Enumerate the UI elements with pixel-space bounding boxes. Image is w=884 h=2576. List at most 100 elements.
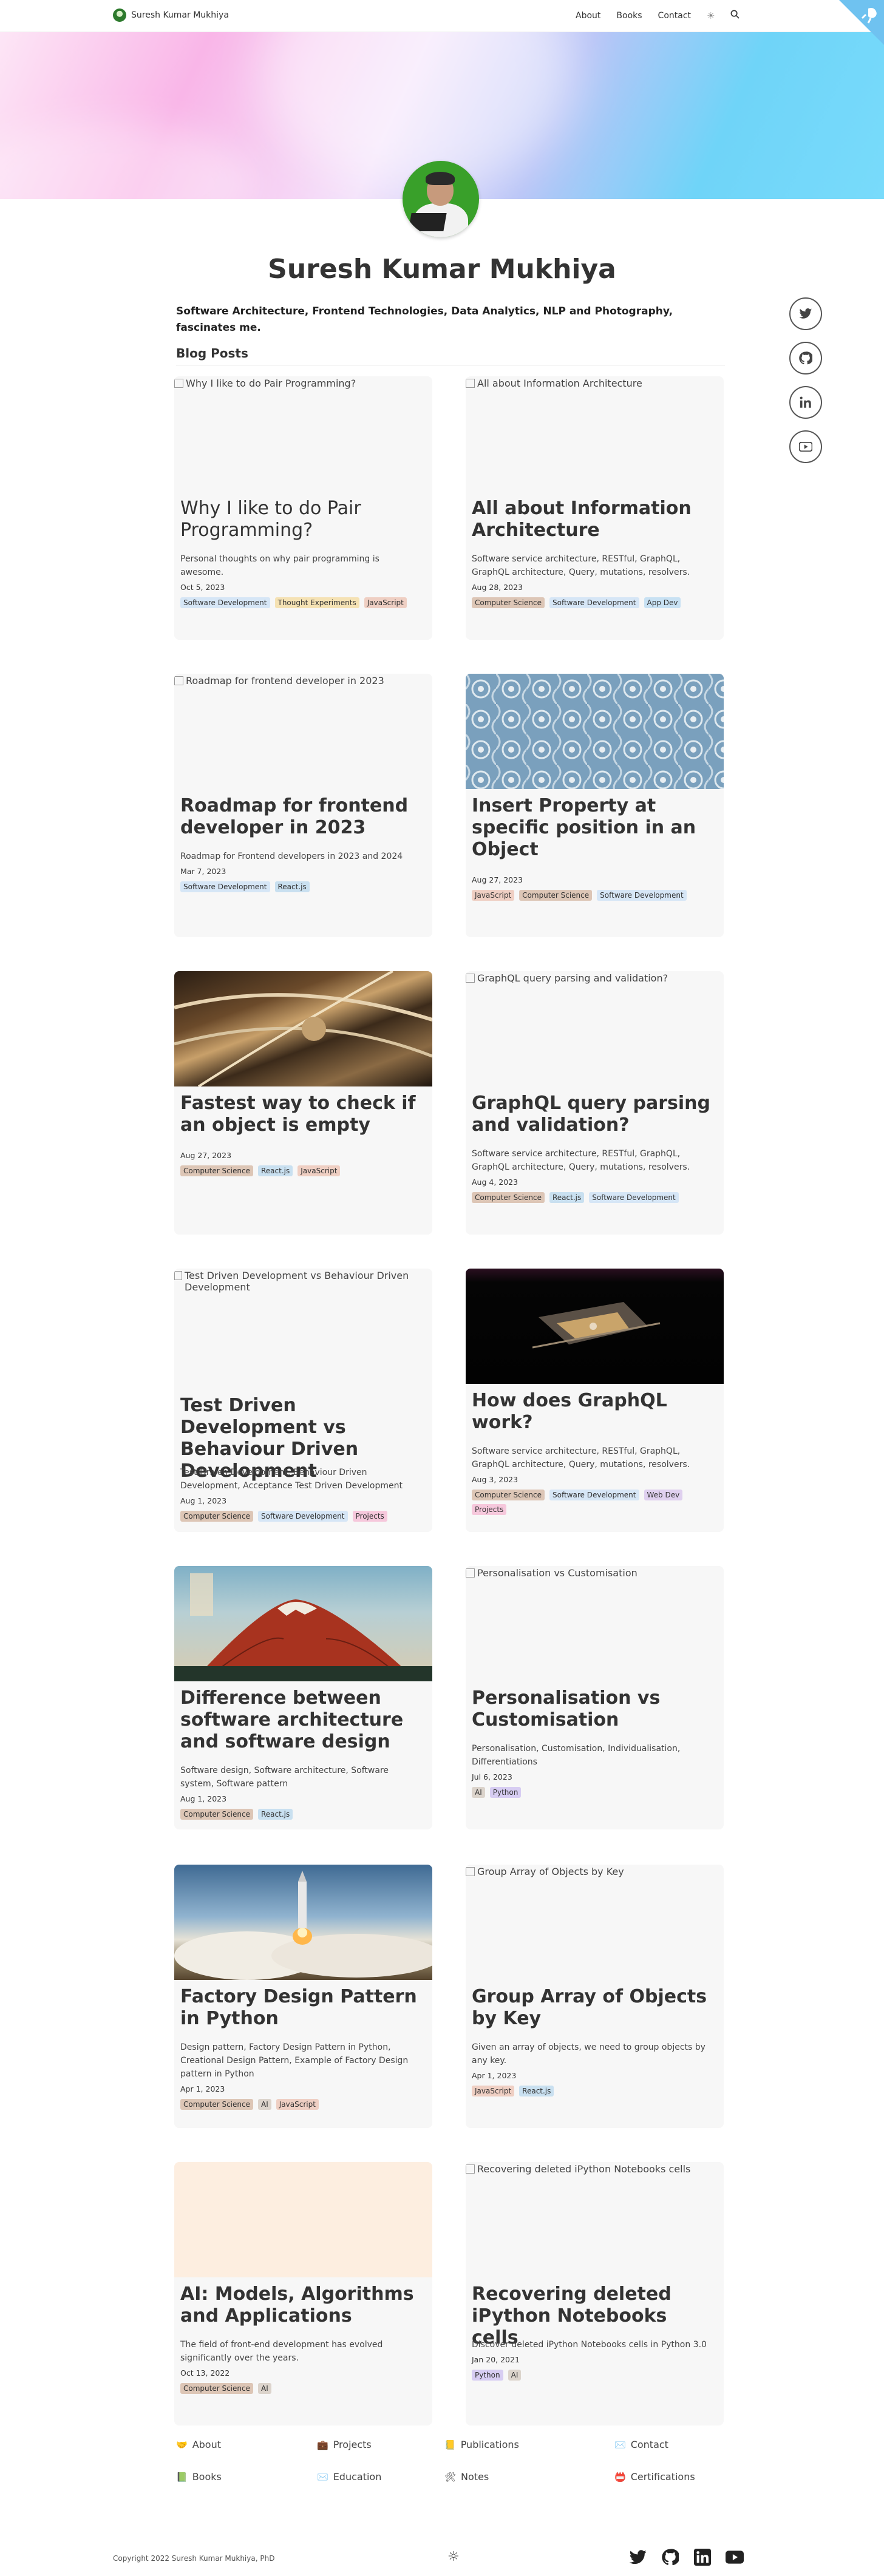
post-tags: Computer Science React.js JavaScript [180, 1165, 426, 1176]
post-tags: Computer Science Software Development Pr… [180, 1511, 426, 1522]
footer-link-books[interactable]: 📗 Books [176, 2471, 222, 2483]
footer-link-notes[interactable]: 🛠 Notes [444, 2471, 489, 2483]
tag[interactable]: Computer Science [472, 1192, 545, 1203]
tag[interactable]: Software Development [597, 890, 687, 901]
post-card[interactable]: Roadmap for frontend developer in 2023 R… [174, 674, 432, 937]
tag[interactable]: Software Development [180, 597, 270, 608]
tag[interactable]: AI [508, 2370, 522, 2381]
tag[interactable]: JavaScript [472, 890, 515, 901]
post-title[interactable]: Why I like to do Pair Programming? [180, 498, 423, 541]
tag[interactable]: App Dev [644, 597, 681, 608]
post-title[interactable]: How does GraphQL work? [472, 1390, 715, 1434]
sun-icon[interactable]: ☼ [447, 2549, 460, 2564]
linkedin-icon[interactable] [789, 386, 822, 419]
github-icon[interactable] [661, 2548, 679, 2566]
post-date: Jan 20, 2021 [472, 2355, 520, 2364]
post-date: Aug 3, 2023 [472, 1475, 518, 1484]
envelope-icon: ✉️ [614, 2439, 626, 2450]
github-icon[interactable] [789, 342, 822, 375]
tag[interactable]: AI [472, 1787, 485, 1798]
nav-about-link[interactable]: About [576, 11, 600, 21]
tag[interactable]: Computer Science [180, 2383, 253, 2394]
search-icon[interactable] [730, 10, 740, 21]
footer-link-education[interactable]: ✉️ Education [317, 2471, 381, 2483]
linkedin-icon[interactable] [693, 2548, 712, 2566]
post-title[interactable]: All about Information Architecture [472, 498, 715, 541]
post-title[interactable]: Factory Design Pattern in Python [180, 1986, 423, 2030]
post-date: Aug 1, 2023 [180, 1496, 227, 1505]
post-title[interactable]: Roadmap for frontend developer in 2023 [180, 795, 423, 839]
post-image [174, 971, 432, 1086]
tag[interactable]: React.js [519, 2086, 554, 2096]
post-card[interactable]: Personalisation vs Customisation Persona… [466, 1566, 724, 1829]
tag[interactable]: Python [472, 2370, 503, 2381]
tag[interactable]: Computer Science [472, 1490, 545, 1500]
tag[interactable]: React.js [274, 881, 310, 892]
tag[interactable]: Computer Science [519, 890, 593, 901]
tag[interactable]: Computer Science [472, 597, 545, 608]
post-title[interactable]: Personalisation vs Customisation [472, 1687, 715, 1731]
post-card[interactable]: GraphQL query parsing and validation? Gr… [466, 971, 724, 1235]
tag[interactable]: Software Development [589, 1192, 679, 1203]
post-card[interactable]: Fastest way to check if an object is emp… [174, 971, 432, 1235]
footer-link-publications[interactable]: 📒 Publications [444, 2439, 519, 2450]
twitter-icon[interactable] [789, 297, 822, 330]
footer-link-projects[interactable]: 💼 Projects [317, 2439, 372, 2450]
sun-icon[interactable]: ☀ [707, 10, 715, 21]
tag[interactable]: Software Development [549, 1490, 639, 1500]
brand-link[interactable]: Suresh Kumar Mukhiya [113, 8, 229, 22]
github-octocat-icon[interactable] [839, 0, 884, 45]
post-title[interactable]: Difference between software architecture… [180, 1687, 423, 1753]
tag[interactable]: Software Development [180, 881, 270, 892]
twitter-icon[interactable] [629, 2548, 647, 2566]
footer-link-certifications[interactable]: 📛 Certifications [614, 2471, 695, 2483]
nav-books-link[interactable]: Books [616, 11, 642, 21]
tag[interactable]: JavaScript [298, 1165, 341, 1176]
post-title[interactable]: AI: Models, Algorithms and Applications [180, 2283, 423, 2327]
tag[interactable]: JavaScript [472, 2086, 515, 2096]
tag[interactable]: Projects [352, 1511, 387, 1522]
tag[interactable]: Projects [472, 1504, 507, 1515]
post-card[interactable]: Group Array of Objects by Key Group Arra… [466, 1865, 724, 2128]
youtube-icon[interactable] [789, 430, 822, 463]
post-title[interactable]: Group Array of Objects by Key [472, 1986, 715, 2030]
footer-link-contact[interactable]: ✉️ Contact [614, 2439, 668, 2450]
post-tags: Software Development React.js [180, 881, 426, 892]
tag[interactable]: Computer Science [180, 1809, 253, 1820]
tag[interactable]: React.js [258, 1165, 293, 1176]
footer-link-about[interactable]: 🤝 About [176, 2439, 221, 2450]
handshake-icon: 🤝 [176, 2439, 188, 2450]
tag[interactable]: Computer Science [180, 1165, 253, 1176]
post-title[interactable]: GraphQL query parsing and validation? [472, 1093, 715, 1136]
tag[interactable]: Thought Experiments [274, 597, 359, 608]
youtube-icon[interactable] [726, 2548, 744, 2566]
tag[interactable]: Computer Science [180, 1511, 253, 1522]
post-card[interactable]: Factory Design Pattern in Python Design … [174, 1865, 432, 2128]
nav-contact-link[interactable]: Contact [658, 11, 691, 21]
post-title[interactable]: Insert Property at specific position in … [472, 795, 715, 861]
tag[interactable]: Python [489, 1787, 522, 1798]
post-image: Test Driven Development vs Behaviour Dri… [174, 1269, 432, 1384]
post-card[interactable]: Insert Property at specific position in … [466, 674, 724, 937]
post-card[interactable]: AI: Models, Algorithms and Applications … [174, 2162, 432, 2425]
post-card[interactable]: Why I like to do Pair Programming? Why I… [174, 376, 432, 640]
tag[interactable]: Computer Science [180, 2099, 253, 2110]
post-card[interactable]: Recovering deleted iPython Notebooks cel… [466, 2162, 724, 2425]
post-card[interactable]: Difference between software architecture… [174, 1566, 432, 1829]
post-card[interactable]: Test Driven Development vs Behaviour Dri… [174, 1269, 432, 1532]
post-card[interactable]: How does GraphQL work? Software service … [466, 1269, 724, 1532]
post-date: Aug 27, 2023 [180, 1151, 232, 1160]
tag[interactable]: React.js [258, 1809, 293, 1820]
post-title[interactable]: Fastest way to check if an object is emp… [180, 1093, 423, 1136]
tag[interactable]: AI [258, 2383, 271, 2394]
tag[interactable]: JavaScript [364, 597, 407, 608]
tag[interactable]: React.js [549, 1192, 585, 1203]
post-description: Discover deleted iPython Notebooks cells… [472, 2340, 707, 2350]
tag[interactable]: Web Dev [644, 1490, 683, 1500]
tag[interactable]: Software Development [549, 597, 639, 608]
post-card[interactable]: All about Information Architecture All a… [466, 376, 724, 640]
tag[interactable]: Software Development [258, 1511, 348, 1522]
tag[interactable]: JavaScript [276, 2099, 319, 2110]
tag[interactable]: AI [258, 2099, 271, 2110]
main-nav: About Books Contact ☀ [576, 10, 740, 21]
